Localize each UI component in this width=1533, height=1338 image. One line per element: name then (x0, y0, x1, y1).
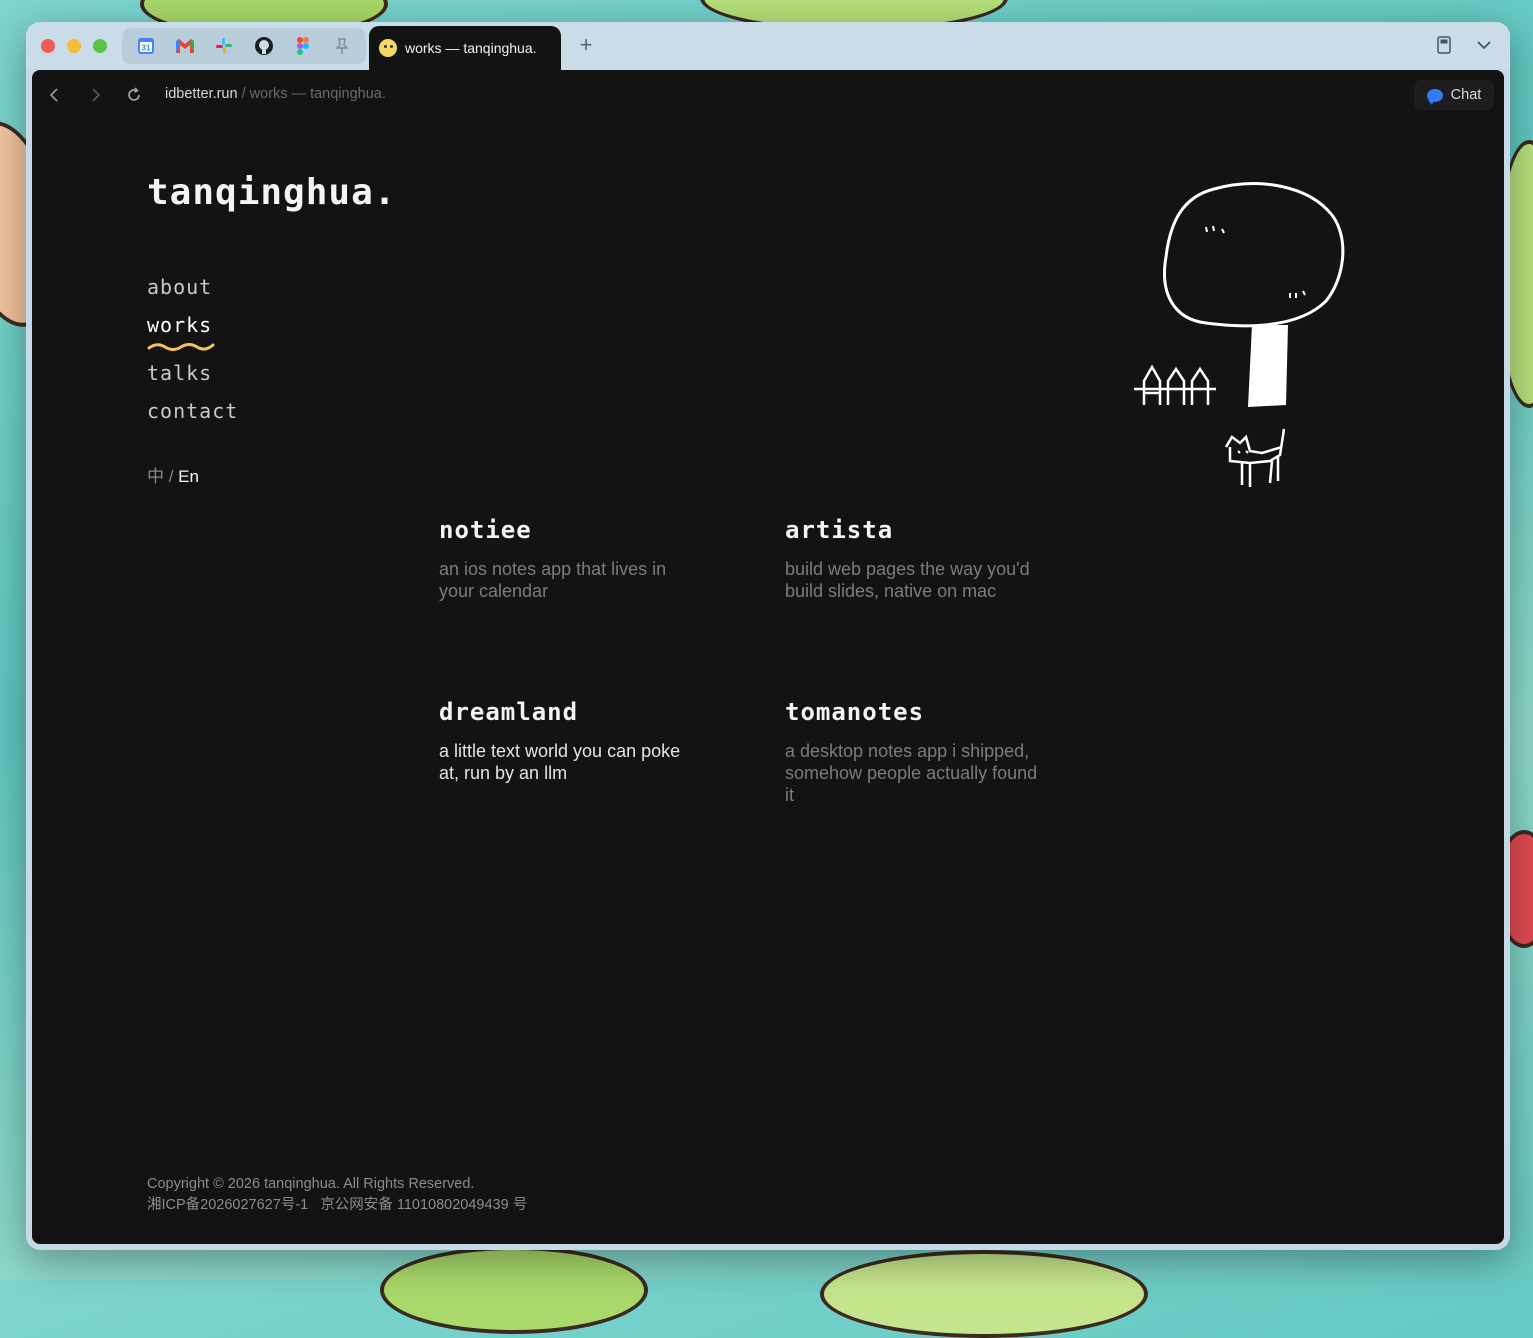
work-card[interactable]: notiee an ios notes app that lives in yo… (439, 516, 699, 602)
url-separator: / (237, 86, 250, 102)
work-description: a little text world you can poke at, run… (439, 741, 681, 783)
url-domain: idbetter.run (165, 86, 238, 102)
calendar-date: 31 (141, 44, 150, 53)
chat-button[interactable]: Chat (1414, 80, 1494, 110)
slack-icon[interactable] (214, 36, 234, 56)
pin-icon[interactable] (332, 36, 352, 56)
work-description: an ios notes app that lives in your cale… (439, 559, 667, 601)
lang-separator: / (164, 467, 179, 486)
tab-works[interactable]: works — tanqinghua. (369, 26, 561, 70)
sidebar-toggle-icon[interactable] (1436, 36, 1454, 56)
police-record-link[interactable]: 京公网安备 11010802049439 号 (320, 1197, 527, 1213)
work-title: dreamland (439, 698, 579, 726)
reload-icon[interactable] (124, 85, 144, 105)
calendar-icon[interactable]: 31 (136, 36, 156, 56)
nav-about[interactable]: about (147, 268, 238, 306)
tree-and-cat-illustration (1134, 182, 1345, 487)
work-card[interactable]: dreamland a little text world you can po… (439, 698, 699, 784)
pinned-tabs: 31 (122, 28, 366, 64)
web-page: tanqinghua. about works talks contact 中 … (32, 120, 1504, 1244)
figma-icon[interactable] (293, 36, 313, 56)
site-favicon-icon (379, 39, 397, 57)
tab-bar: 31 works — tanqinghua. + (26, 22, 1510, 70)
work-title: artista (785, 516, 894, 544)
wallpaper-shape (820, 1250, 1148, 1338)
chevron-down-icon[interactable] (1476, 36, 1494, 56)
back-arrow-icon[interactable] (45, 85, 65, 105)
close-window-button[interactable] (41, 39, 55, 53)
tab-title: works — tanqinghua. (405, 40, 537, 56)
nav-works[interactable]: works (147, 306, 238, 344)
work-card[interactable]: tomanotes a desktop notes app i shipped,… (785, 698, 1045, 806)
github-icon[interactable] (254, 36, 274, 56)
address-toolbar: idbetter.run / works — tanqinghua. Chat (32, 70, 1504, 120)
work-title: notiee (439, 516, 532, 544)
address-bar[interactable]: idbetter.run / works — tanqinghua. (165, 86, 386, 102)
site-logo[interactable]: tanqinghua. (147, 172, 396, 213)
nav-contact[interactable]: contact (147, 392, 238, 430)
browser-window: 31 works — tanqinghua. + idbetter.run / … (26, 22, 1510, 1250)
lang-zh[interactable]: 中 (147, 467, 164, 486)
lang-en[interactable]: En (178, 467, 199, 486)
site-footer: Copyright © 2026 tanqinghua. All Rights … (147, 1174, 527, 1216)
wallpaper-shape (380, 1246, 648, 1334)
icp-link[interactable]: 湘ICP备2026027627号-1 (147, 1197, 308, 1213)
browser-content: idbetter.run / works — tanqinghua. Chat … (32, 70, 1504, 1244)
copyright-text: Copyright © 2026 tanqinghua. All Rights … (147, 1176, 475, 1192)
site-nav: about works talks contact (147, 268, 238, 430)
forward-arrow-icon[interactable] (85, 85, 105, 105)
work-description: build web pages the way you'd build slid… (785, 559, 1030, 601)
nav-talks[interactable]: talks (147, 354, 238, 392)
work-card[interactable]: artista build web pages the way you'd bu… (785, 516, 1045, 602)
url-path: works — tanqinghua. (249, 86, 386, 102)
minimize-window-button[interactable] (67, 39, 81, 53)
work-description: a desktop notes app i shipped, somehow p… (785, 741, 1038, 805)
chat-label: Chat (1450, 87, 1482, 103)
language-switcher: 中 / En (147, 462, 199, 487)
zoom-window-button[interactable] (93, 39, 107, 53)
chat-bubble-icon (1426, 88, 1443, 105)
work-title: tomanotes (785, 698, 925, 726)
gmail-icon[interactable] (175, 36, 195, 56)
new-tab-button[interactable]: + (574, 34, 598, 58)
